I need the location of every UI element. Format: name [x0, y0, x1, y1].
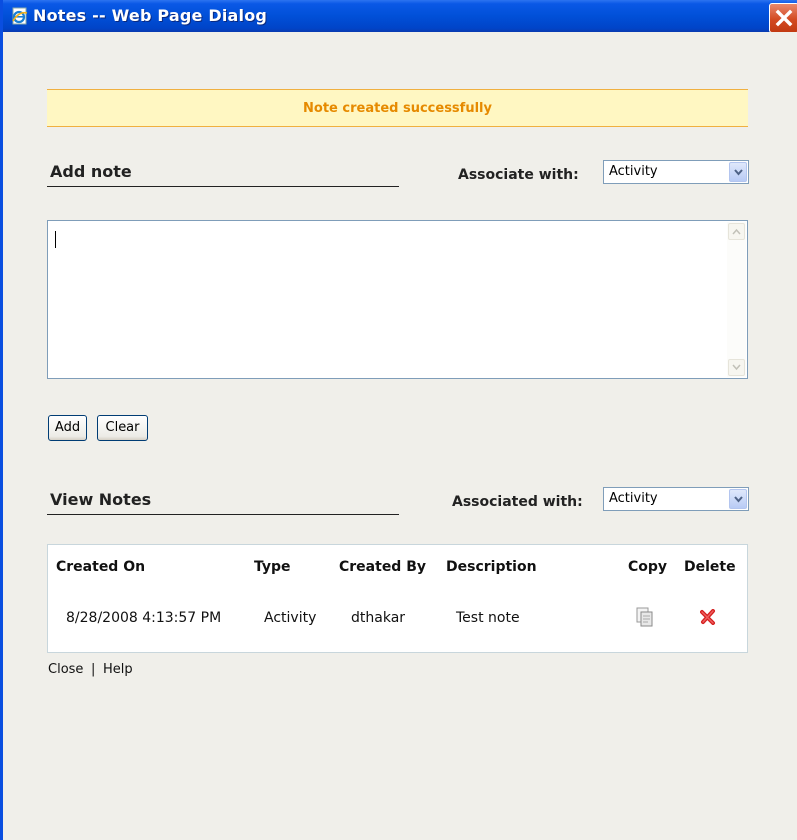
note-textarea[interactable] [47, 220, 748, 379]
col-description: Description [446, 559, 537, 575]
ie-page-icon [11, 7, 29, 25]
cell-description: Test note [456, 610, 520, 626]
success-banner: Note created successfully [47, 89, 748, 127]
associate-with-select[interactable]: Activity [603, 160, 749, 184]
close-icon [775, 9, 793, 27]
scroll-down-button[interactable] [728, 359, 745, 376]
scroll-up-button[interactable] [728, 223, 745, 240]
cell-created-on: 8/28/2008 4:13:57 PM [66, 610, 222, 626]
delete-icon[interactable] [700, 609, 716, 629]
footer-separator: | [91, 662, 96, 677]
col-created-by: Created By [339, 559, 427, 575]
window-title: Notes -- Web Page Dialog [33, 6, 268, 25]
text-caret [55, 231, 56, 248]
copy-icon[interactable] [636, 607, 654, 631]
col-type: Type [254, 559, 291, 575]
dialog-content: Note created successfully Add note Assoc… [6, 32, 797, 840]
associate-with-value: Activity [609, 164, 658, 179]
add-button[interactable]: Add [48, 415, 87, 441]
view-notes-underline [47, 514, 399, 515]
associate-with-label: Associate with: [458, 167, 579, 183]
note-scrollbar[interactable] [727, 222, 746, 377]
associated-with-value: Activity [609, 491, 658, 506]
col-copy: Copy [628, 559, 668, 575]
title-bar[interactable]: Notes -- Web Page Dialog [3, 0, 797, 33]
col-created-on: Created On [56, 559, 146, 575]
chevron-up-icon [732, 228, 741, 235]
cell-created-by: dthakar [351, 610, 406, 626]
cell-type: Activity [264, 610, 317, 626]
chevron-down-icon[interactable] [729, 162, 747, 182]
view-notes-title: View Notes [50, 490, 152, 509]
add-note-title: Add note [50, 162, 132, 181]
notes-table: Created On Type Created By Description C… [47, 544, 748, 653]
help-link[interactable]: Help [103, 662, 133, 677]
col-delete: Delete [684, 559, 736, 575]
notes-dialog-window: Notes -- Web Page Dialog Note created su… [0, 0, 797, 840]
close-link[interactable]: Close [48, 662, 83, 677]
window-close-button[interactable] [769, 3, 797, 33]
associated-with-label: Associated with: [452, 494, 583, 510]
clear-button[interactable]: Clear [97, 415, 148, 441]
associated-with-select[interactable]: Activity [603, 487, 749, 511]
add-note-underline [47, 186, 399, 187]
chevron-down-icon[interactable] [729, 489, 747, 509]
chevron-down-icon [732, 364, 741, 371]
